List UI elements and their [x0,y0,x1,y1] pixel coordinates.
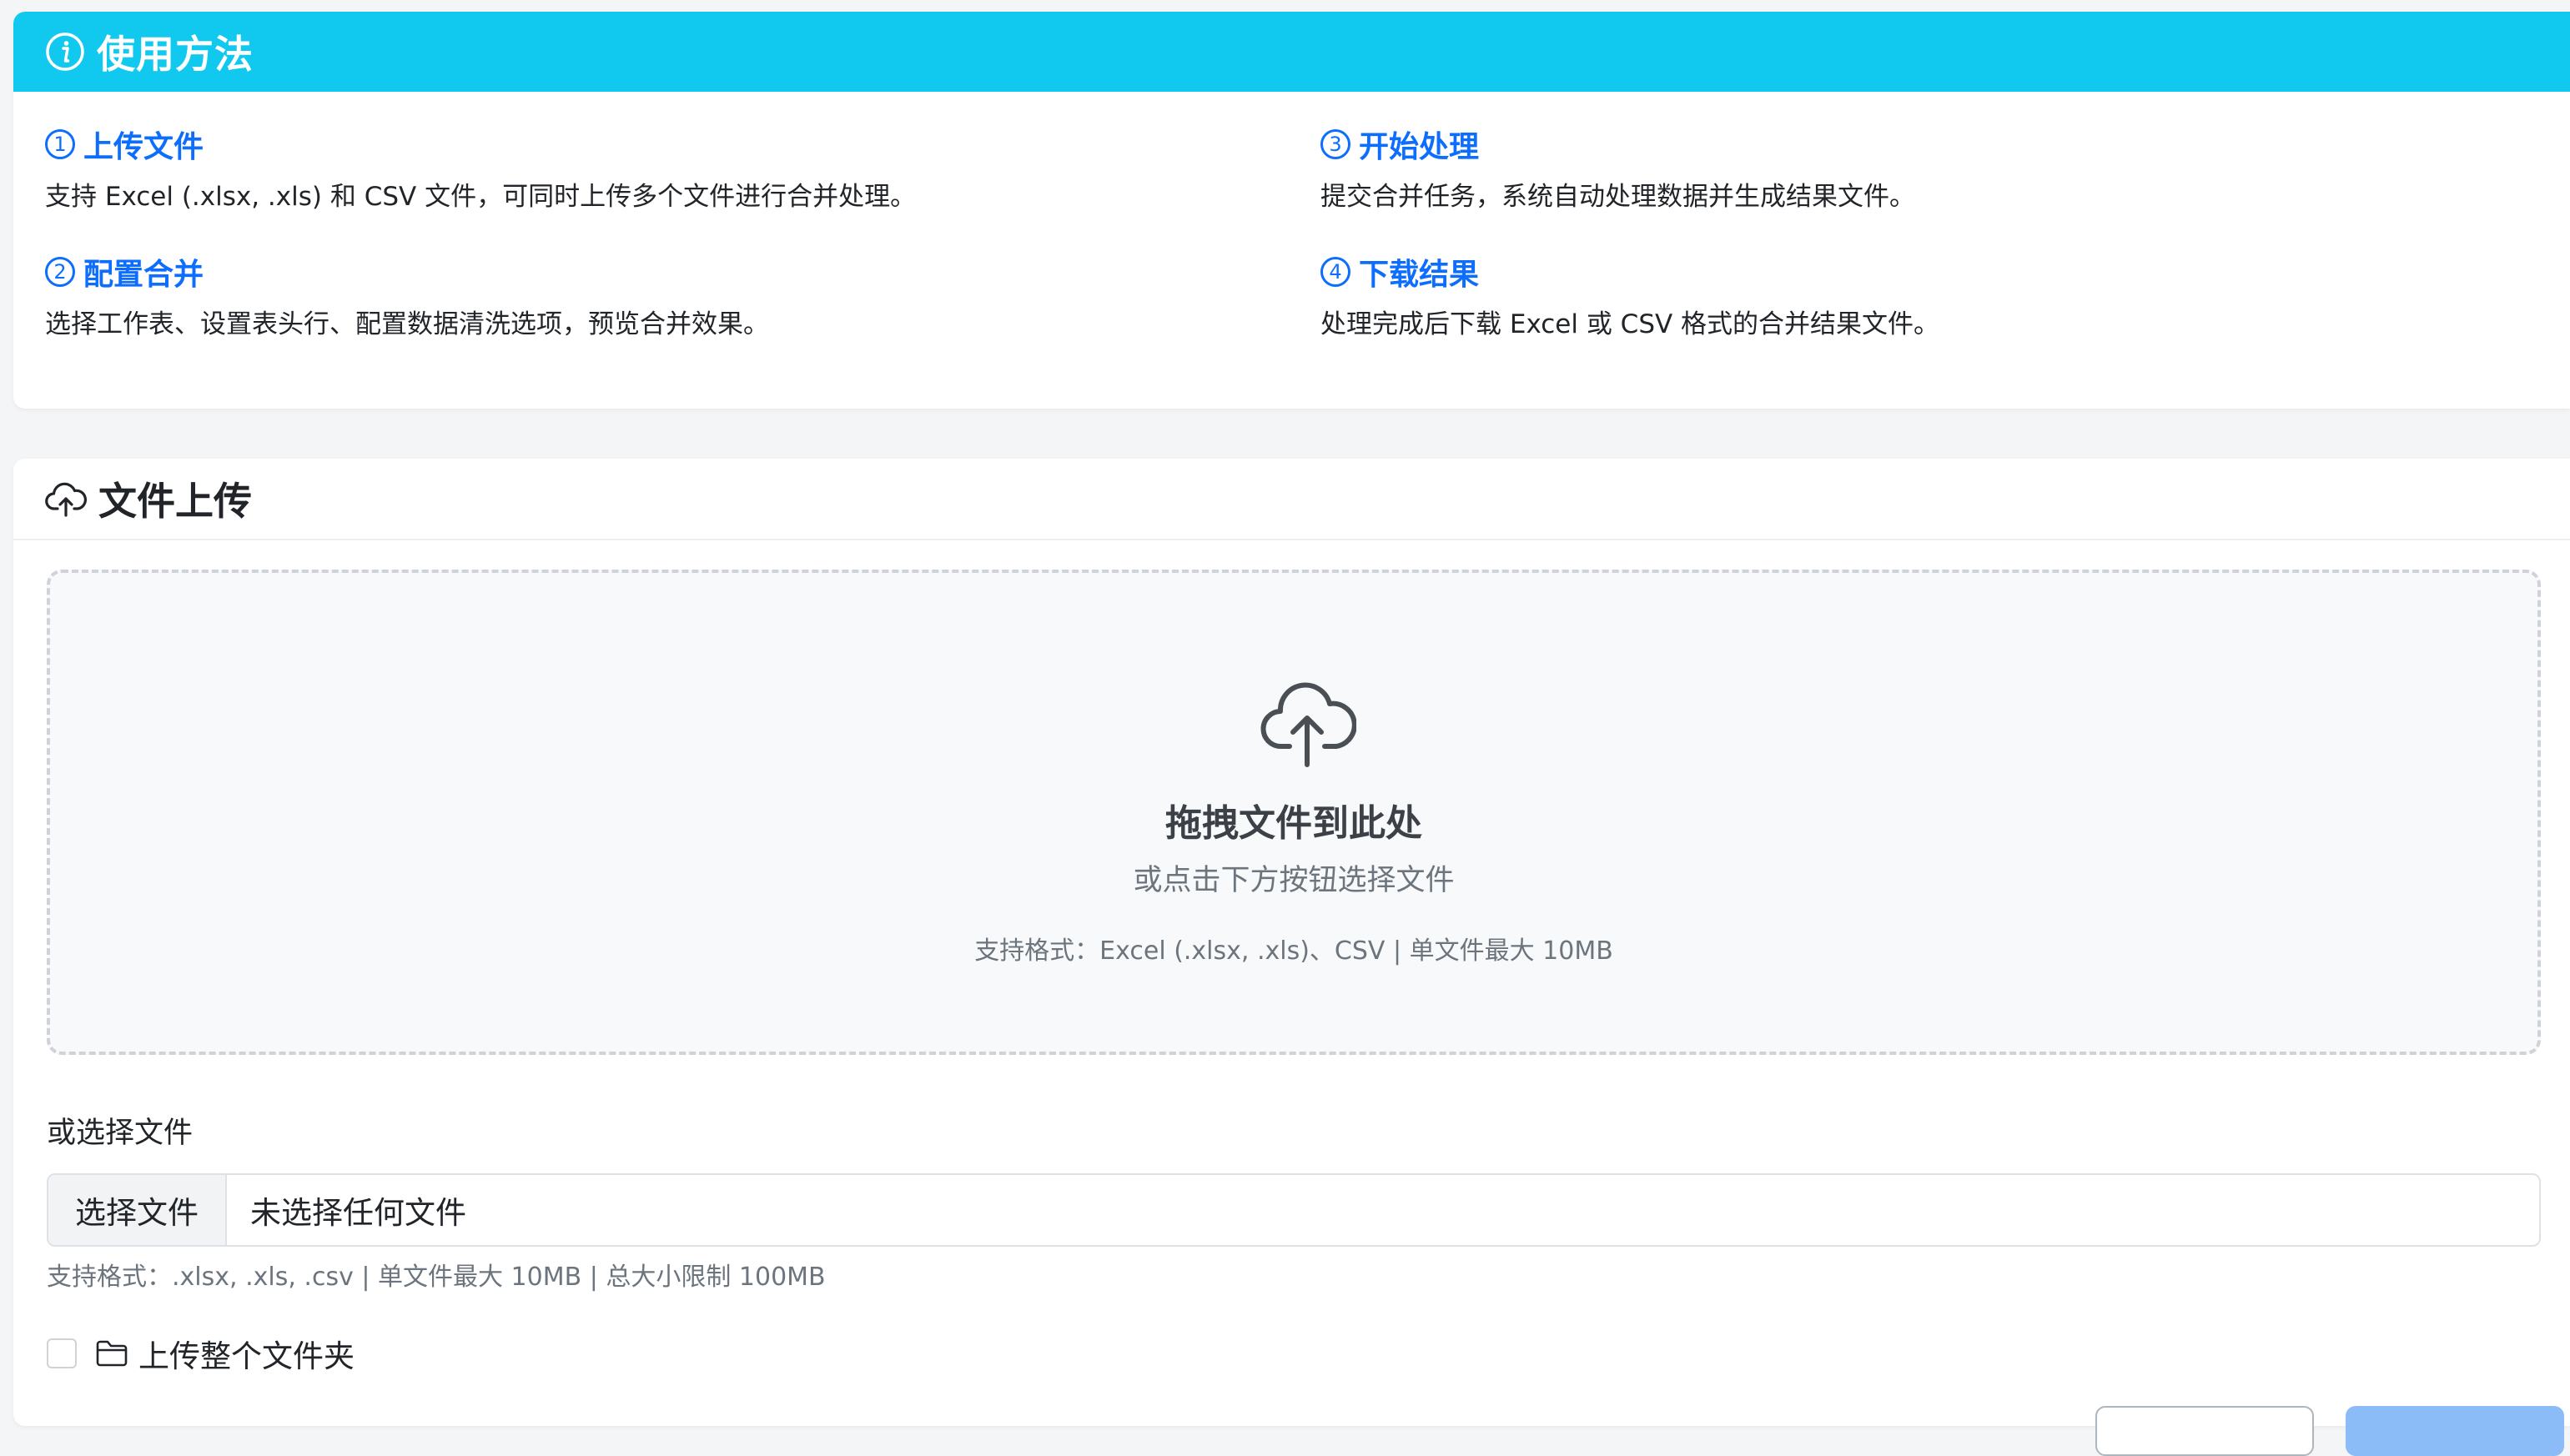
usage-title: 使用方法 [97,32,254,77]
step-number-badge: 1 [45,129,75,159]
dropzone-format-hint: 支持格式：Excel (.xlsx, .xls)、CSV | 单文件最大 10M… [974,936,1613,966]
file-dropzone[interactable]: 拖拽文件到此处 或点击下方按钮选择文件 支持格式：Excel (.xlsx, .… [47,570,2541,1055]
dropzone-title: 拖拽文件到此处 [1165,802,1422,845]
step-upload: 1 上传文件 支持 Excel (.xlsx, .xls) 和 CSV 文件，可… [45,123,916,213]
upload-title: 文件上传 [98,479,252,524]
step-title: 配置合并 [83,258,204,292]
step-description: 支持 Excel (.xlsx, .xls) 和 CSV 文件，可同时上传多个文… [45,182,917,212]
choose-file-button[interactable]: 选择文件 [48,1175,227,1245]
upload-card: 文件上传 拖拽文件到此处 或点击下方按钮选择文件 支持格式：Excel (.xl… [13,459,2570,1456]
usage-header: 使用方法 [13,12,2570,92]
step-configure: 2 配置合并 选择工作表、设置表头行、配置数据清洗选项，预览合并效果。 [45,251,769,340]
file-input[interactable]: 选择文件 未选择任何文件 [47,1173,2541,1247]
primary-action-button[interactable] [2346,1406,2564,1456]
file-format-hint: 支持格式：.xlsx, .xls, .csv | 单文件最大 10MB | 总大… [47,1263,826,1292]
step-number-badge: 2 [45,257,75,287]
cloud-upload-icon [1260,682,1356,767]
step-title: 上传文件 [83,130,204,164]
upload-folder-label: 上传整个文件夹 [138,1338,355,1374]
step-download: 4 下载结果 处理完成后下载 Excel 或 CSV 格式的合并结果文件。 [1320,251,1939,340]
step-process: 3 开始处理 提交合并任务，系统自动处理数据并生成结果文件。 [1320,123,1915,213]
step-title: 开始处理 [1359,130,1480,164]
cloud-upload-icon [45,482,87,517]
dropzone-subtitle: 或点击下方按钮选择文件 [1133,864,1455,897]
file-status-text: 未选择任何文件 [250,1195,466,1231]
info-circle-icon [46,33,84,71]
step-number-badge: 4 [1320,257,1350,287]
step-title: 下载结果 [1359,258,1480,292]
step-number-badge: 3 [1320,129,1350,159]
step-description: 提交合并任务，系统自动处理数据并生成结果文件。 [1320,182,1915,212]
step-description: 处理完成后下载 Excel 或 CSV 格式的合并结果文件。 [1320,309,1940,339]
upload-folder-option: 上传整个文件夹 [47,1331,355,1376]
step-description: 选择工作表、设置表头行、配置数据清洗选项，预览合并效果。 [45,309,769,339]
upload-folder-checkbox[interactable] [47,1338,77,1368]
secondary-action-button[interactable] [2095,1406,2314,1456]
or-choose-file-label: 或选择文件 [47,1117,194,1150]
upload-header: 文件上传 [13,459,2570,540]
folder-icon [96,1340,128,1367]
usage-card: 使用方法 1 上传文件 支持 Excel (.xlsx, .xls) 和 CSV… [13,12,2570,409]
